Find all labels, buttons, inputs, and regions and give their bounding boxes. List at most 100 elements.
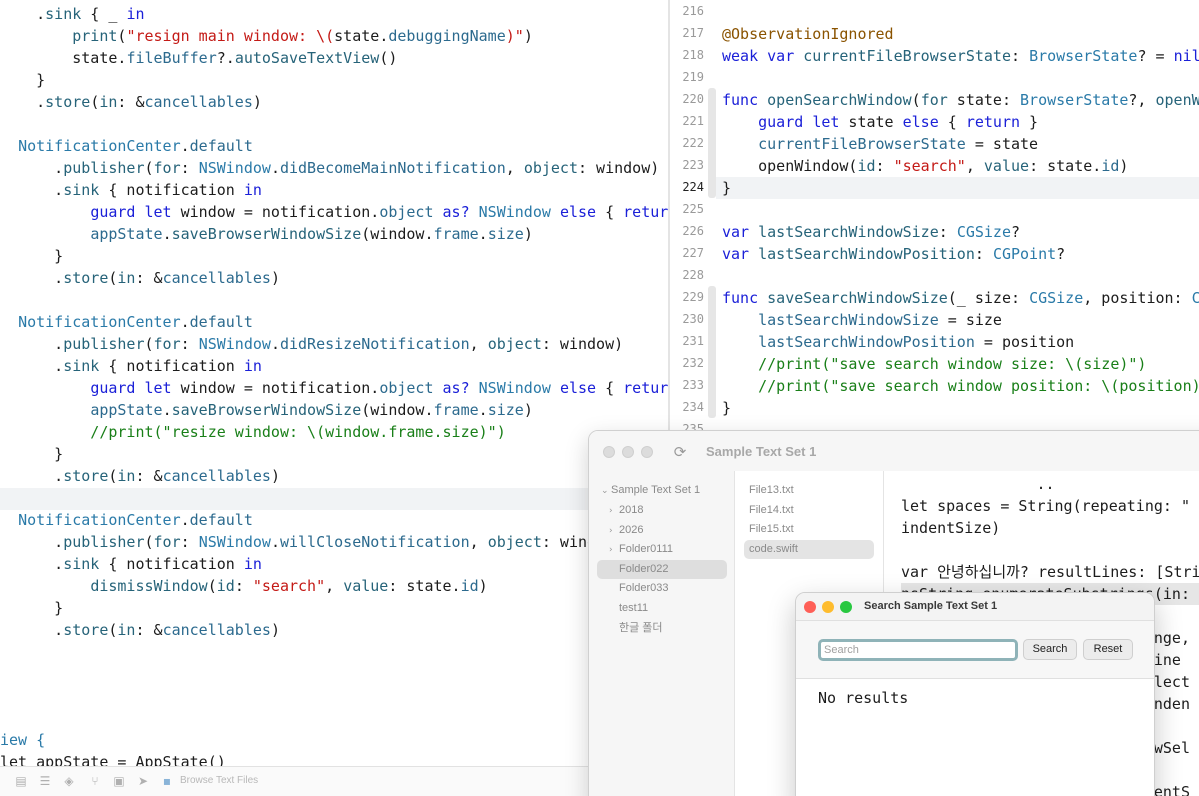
- code-line[interactable]: openWindow(id: "search", value: state.id…: [722, 155, 1199, 177]
- code-line[interactable]: NotificationCenter.default: [0, 509, 668, 531]
- sidebar-folder-item[interactable]: › 2018: [597, 501, 727, 520]
- code-line[interactable]: .publisher(for: NSWindow.didBecomeMainNo…: [0, 157, 668, 179]
- code-line[interactable]: func openSearchWindow(for state: Browser…: [722, 89, 1199, 111]
- close-button[interactable]: [804, 601, 816, 613]
- cube-icon[interactable]: ◈: [62, 774, 76, 788]
- code-line[interactable]: weak var currentFileBrowserState: Browse…: [722, 45, 1199, 67]
- fold-range-marker[interactable]: [708, 286, 716, 418]
- reset-button[interactable]: Reset: [1083, 639, 1133, 660]
- code-line[interactable]: .store(in: &cancellables): [0, 465, 668, 487]
- code-line[interactable]: [722, 67, 1199, 89]
- search-button[interactable]: Search: [1023, 639, 1077, 660]
- sidebar-folder-item[interactable]: Folder022: [597, 559, 727, 579]
- code-line[interactable]: }: [722, 397, 1199, 419]
- code-line[interactable]: //print("resize window: \(window.frame.s…: [0, 421, 668, 443]
- code-line[interactable]: lastSearchWindowPosition = position: [722, 331, 1199, 353]
- code-folding-ribbon[interactable]: [708, 0, 716, 430]
- code-line[interactable]: .sink { notification in: [0, 355, 668, 377]
- code-token: guard: [90, 379, 136, 397]
- list-icon[interactable]: ☰: [38, 774, 52, 788]
- code-line[interactable]: .store(in: &cancellables): [0, 267, 668, 289]
- fold-range-marker[interactable]: [708, 88, 716, 198]
- code-line[interactable]: [0, 685, 668, 707]
- chevron-right-icon[interactable]: ›: [609, 522, 619, 541]
- code-line[interactable]: [722, 419, 1199, 430]
- file-list-item[interactable]: code.swift: [744, 539, 874, 559]
- grid-icon[interactable]: ▤: [14, 774, 28, 788]
- sidebar-folder-item[interactable]: › Folder0111: [597, 540, 727, 559]
- code-line[interactable]: [0, 289, 668, 311]
- code-line[interactable]: currentFileBrowserState = state: [722, 133, 1199, 155]
- sidebar-folder-item[interactable]: › 2026: [597, 521, 727, 540]
- code-line[interactable]: .sink { _ in: [0, 3, 668, 25]
- file-list-item[interactable]: File13.txt: [744, 481, 874, 500]
- code-line[interactable]: .sink { notification in: [0, 553, 668, 575]
- sidebar-folder-item[interactable]: test11: [597, 599, 727, 618]
- code-line[interactable]: guard let state else { return }: [722, 111, 1199, 133]
- folder-sidebar[interactable]: ⌄ Sample Text Set 1 › 2018 › 2026 › Folder0111…: [589, 471, 735, 796]
- scheme-label[interactable]: Browse Text Files: [180, 775, 258, 786]
- minimize-button[interactable]: [822, 601, 834, 613]
- zoom-button[interactable]: [641, 446, 653, 458]
- code-line[interactable]: [722, 265, 1199, 287]
- code-line[interactable]: guard let window = notification.object a…: [0, 377, 668, 399]
- xcode-app-icon[interactable]: ▪: [160, 774, 174, 788]
- code-line[interactable]: func saveSearchWindowSize(_ size: CGSize…: [722, 287, 1199, 309]
- code-line[interactable]: [0, 641, 668, 663]
- code-line[interactable]: var lastSearchWindowPosition: CGPoint?: [722, 243, 1199, 265]
- file-list-item[interactable]: File14.txt: [744, 501, 874, 520]
- chevron-down-icon[interactable]: ⌄: [601, 482, 611, 501]
- send-icon[interactable]: ➤: [136, 774, 150, 788]
- code-line[interactable]: [0, 487, 668, 509]
- refresh-icon[interactable]: ⟳: [669, 441, 691, 463]
- code-line[interactable]: .sink { notification in: [0, 179, 668, 201]
- code-line[interactable]: }: [722, 177, 1199, 199]
- code-line[interactable]: appState.saveBrowserWindowSize(window.fr…: [0, 399, 668, 421]
- code-line[interactable]: [0, 707, 668, 729]
- file-list-item[interactable]: File15.txt: [744, 520, 874, 539]
- code-line[interactable]: .store(in: &cancellables): [0, 619, 668, 641]
- branch-icon[interactable]: ⑂: [88, 774, 102, 788]
- code-line[interactable]: //print("save search window size: \(size…: [722, 353, 1199, 375]
- code-line[interactable]: .publisher(for: NSWindow.didResizeNotifi…: [0, 333, 668, 355]
- minimize-button[interactable]: [622, 446, 634, 458]
- sidebar-folder-item[interactable]: 한글 폴더: [597, 619, 727, 638]
- code-line[interactable]: }: [0, 69, 668, 91]
- search-titlebar[interactable]: Search Sample Text Set 1: [796, 593, 1154, 621]
- code-line[interactable]: NotificationCenter.default: [0, 135, 668, 157]
- sidebar-root-item[interactable]: ⌄ Sample Text Set 1: [601, 481, 731, 500]
- code-line[interactable]: }: [0, 245, 668, 267]
- code-line[interactable]: guard let window = notification.object a…: [0, 201, 668, 223]
- code-line[interactable]: [722, 199, 1199, 221]
- code-line[interactable]: .publisher(for: NSWindow.willCloseNotifi…: [0, 531, 668, 553]
- search-window[interactable]: Search Sample Text Set 1 Search Reset No…: [795, 592, 1155, 796]
- code-line[interactable]: //print("save search window position: \(…: [722, 375, 1199, 397]
- sidebar-folder-item[interactable]: Folder033: [597, 579, 727, 598]
- code-line[interactable]: iew {: [0, 729, 668, 751]
- code-line[interactable]: appState.saveBrowserWindowSize(window.fr…: [0, 223, 668, 245]
- code-line[interactable]: lastSearchWindowSize = size: [722, 309, 1199, 331]
- close-button[interactable]: [603, 446, 615, 458]
- code-line[interactable]: print("resign main window: \(state.debug…: [0, 25, 668, 47]
- code-line[interactable]: [0, 663, 668, 685]
- right-code-lines[interactable]: @ObservationIgnored weak var currentFileB…: [722, 1, 1199, 430]
- code-line[interactable]: .store(in: &cancellables): [0, 91, 668, 113]
- left-code-lines[interactable]: .sink { _ in print("resign main window: …: [0, 3, 668, 773]
- code-line[interactable]: @ObservationIgnored: [722, 23, 1199, 45]
- zoom-button[interactable]: [840, 601, 852, 613]
- code-line[interactable]: }: [0, 443, 668, 465]
- code-line[interactable]: var lastSearchWindowSize: CGSize?: [722, 221, 1199, 243]
- chevron-right-icon[interactable]: ›: [609, 541, 619, 560]
- search-input[interactable]: [818, 639, 1018, 661]
- tag-icon[interactable]: ▣: [112, 774, 126, 788]
- right-code-editor[interactable]: 216 217 218 219 220 221 222 223 224 225 226 227 228 2…: [670, 0, 1199, 430]
- chevron-right-icon[interactable]: ›: [609, 502, 619, 521]
- code-line[interactable]: [0, 113, 668, 135]
- code-line[interactable]: state.fileBuffer?.autoSaveTextView(): [0, 47, 668, 69]
- code-line[interactable]: dismissWindow(id: "search", value: state…: [0, 575, 668, 597]
- code-line[interactable]: [722, 1, 1199, 23]
- left-code-editor[interactable]: .sink { _ in print("resign main window: …: [0, 0, 668, 796]
- code-line[interactable]: }: [0, 597, 668, 619]
- browser-titlebar[interactable]: ⟳ Sample Text Set 1: [589, 431, 1199, 471]
- code-line[interactable]: NotificationCenter.default: [0, 311, 668, 333]
